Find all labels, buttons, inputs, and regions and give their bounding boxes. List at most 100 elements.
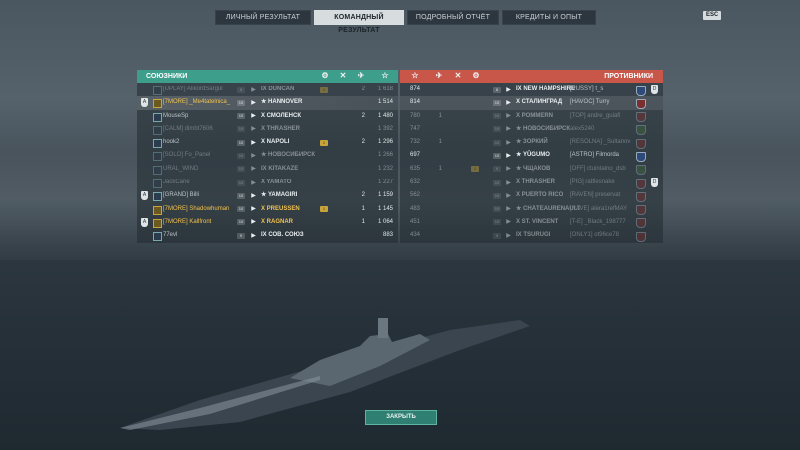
ally-row[interactable]: [7MORE] Shadowhuman 10 ▶ X PREUSSEN 1 1 1 145 — [137, 203, 398, 216]
experience-value: 1 480 — [377, 112, 393, 119]
clan-shield-icon — [636, 191, 646, 202]
ally-row[interactable]: [UPLAY] AlikordSargul 8 ▶ IX DUNCAN 1 2 1 618 — [137, 83, 398, 96]
tab-team-result[interactable]: КОМАНДНЫЙ РЕЗУЛЬТАТ — [314, 10, 404, 34]
achievement-icon: ⚙ — [472, 71, 480, 80]
experience-value: 632 — [409, 179, 420, 186]
battleship-illustration — [120, 318, 530, 430]
ship-tier-badge: 10 — [493, 219, 501, 226]
ship-tier-badge: 10 — [493, 206, 501, 213]
ship-name: X YAMATO — [261, 179, 292, 186]
player-name[interactable]: [CALM] dimbt7606 — [163, 123, 213, 136]
experience-value: 1 392 — [377, 125, 393, 132]
ship-class-icon: ▶ — [251, 219, 256, 226]
tab-detailed-report[interactable]: ПОДРОБНЫЙ ОТЧЁТ — [407, 10, 499, 25]
player-name[interactable]: [T-E] _Black_198777 — [570, 216, 626, 229]
player-name[interactable]: [UPLAY] AlikordSargul — [163, 83, 223, 96]
ally-row[interactable]: hook2 10 ▶ X NAPOLI 1 2 1 296 — [137, 136, 398, 149]
player-name[interactable]: [PUSSY] t_s — [570, 83, 603, 96]
enemy-row[interactable]: 632 10 ▶ X THRASHER [PIG] rattlesnake — [400, 176, 663, 189]
ship-tier-badge: 10 — [237, 166, 245, 173]
ship-class-icon: ▶ — [506, 206, 511, 213]
player-name[interactable]: URAL_WIND — [163, 163, 198, 176]
enemy-row[interactable]: 697 10 ▶ ★ YŪGUMO [ASTRO] Filmorda — [400, 149, 663, 162]
rank-icon — [153, 86, 162, 95]
ship-name: ★ ЧЩАКОВ — [516, 165, 551, 172]
rank-icon — [153, 232, 162, 242]
player-name[interactable]: [SOLO] Fo_Panel — [163, 149, 210, 162]
player-name[interactable]: [7MORE] Kallfront — [163, 216, 211, 229]
player-name[interactable]: [TOP] andre_guiafi — [570, 110, 620, 123]
allies-title: СОЮЗНИКИ — [146, 73, 188, 80]
ally-row[interactable]: MouseSp 10 ▶ X СМОЛЕНСК 2 1 480 — [137, 110, 398, 123]
experience-star-icon: ☆ — [411, 71, 419, 80]
player-name[interactable]: [GRAND] Billi — [163, 189, 199, 202]
ship-tier-badge: 10 — [493, 99, 501, 106]
ally-row[interactable]: 77evl 9 ▶ IX СОВ. СОЮЗ 883 — [137, 229, 398, 242]
player-name[interactable]: [PIG] rattlesnake — [570, 176, 615, 189]
division-badge: A — [141, 218, 148, 227]
ship-name: X THRASHER — [261, 125, 301, 132]
enemy-row[interactable]: 434 9 ▶ IX TSURUGI [ONLY1] ot96ce78 — [400, 229, 663, 242]
ship-name: ★ HANNOVER — [261, 99, 303, 106]
achievement-badge: 1 — [320, 86, 328, 93]
ally-row[interactable]: [7MORE] Kallfront 10 ▶ X RAGNAR 1 1 064 — [137, 216, 398, 229]
clan-shield-icon — [636, 218, 646, 229]
ally-row[interactable]: [CALM] dimbt7606 10 ▶ X THRASHER 1 392 — [137, 123, 398, 136]
experience-value: 434 — [409, 232, 420, 239]
player-name[interactable]: JackCane — [163, 176, 190, 189]
enemy-row[interactable]: 635 1 1 9 ▶ ★ ЧЩАКОВ [OFF] ctuintaino_dsb — [400, 163, 663, 176]
ally-row[interactable]: URAL_WIND 10 ▶ IX KITAKAZE 1 232 — [137, 163, 398, 176]
enemy-row[interactable]: 732 1 10 ▶ ★ ЗОРКИЙ [RESOLNA] _Sultanov — [400, 136, 663, 149]
ship-class-icon: ▶ — [506, 219, 511, 226]
ship-tier-badge: 9 — [493, 232, 501, 239]
player-name[interactable]: [ONLY1] ot96ce78 — [570, 229, 619, 242]
experience-value: 483 — [409, 205, 420, 212]
tab-credits-exp[interactable]: КРЕДИТЫ И ОПЫТ — [502, 10, 596, 25]
player-name[interactable]: [RAVE] alera1refMAY — [570, 203, 627, 216]
player-name[interactable]: [7MORE] _Me4tatelnica_ — [163, 96, 230, 109]
ship-name: IX KITAKAZE — [261, 165, 299, 172]
player-name[interactable]: [ASTRO] Filmorda — [570, 149, 619, 162]
ally-row[interactable]: [SOLO] Fo_Panel 10 ▶ ★ НОВОСИБИРСК 1 266 — [137, 149, 398, 162]
enemy-row[interactable]: 874 8 ▶ IX NEW HAMPSHIRE [PUSSY] t_s — [400, 83, 663, 96]
clan-shield-icon — [636, 85, 646, 96]
clan-shield-icon — [636, 112, 646, 123]
ship-class-icon: ▶ — [506, 139, 511, 146]
experience-value: 1 064 — [377, 218, 393, 225]
enemy-row[interactable]: 562 10 ▶ X PUERTO RICO [RAVEN] preservat — [400, 189, 663, 202]
player-name[interactable]: 77evl — [163, 229, 177, 242]
player-name[interactable]: [HAVOC] Turry — [570, 96, 610, 109]
experience-value: 1 514 — [377, 99, 393, 106]
tab-personal-result[interactable]: ЛИЧНЫЙ РЕЗУЛЬТАТ — [215, 10, 311, 25]
clan-shield-icon — [636, 125, 646, 136]
experience-value: 562 — [409, 192, 420, 199]
player-name[interactable]: [RESOLNA] _Sultanov — [570, 136, 630, 149]
close-icon[interactable]: ✕ — [716, 11, 722, 19]
experience-value: 451 — [409, 218, 420, 225]
ship-name: X THRASHER — [516, 179, 556, 186]
enemy-row[interactable]: 814 10 ▶ X СТАЛИНГРАД [HAVOC] Turry — [400, 96, 663, 110]
achievement-badge: 1 — [320, 206, 328, 213]
player-name[interactable]: [OFF] ctuintaino_dsb — [570, 163, 626, 176]
player-name[interactable]: hook2 — [163, 136, 179, 149]
close-button[interactable]: ЗАКРЫТЬ — [365, 410, 437, 425]
enemy-row[interactable]: 780 1 10 ▶ X POMMERN [TOP] andre_guiafi — [400, 110, 663, 123]
ally-row[interactable]: [GRAND] Billi 10 ▶ ★ YAMAGIRI 2 1 159 — [137, 189, 398, 202]
experience-value: 1 227 — [377, 179, 393, 186]
enemy-row[interactable]: 483 10 ▶ ★ CHÂTEAURENAULT [RAVE] alera1refMA… — [400, 203, 663, 216]
player-name[interactable]: MouseSp — [163, 110, 188, 123]
frags-count: 1 — [361, 205, 365, 212]
ship-tier-badge: 10 — [493, 152, 501, 159]
player-name[interactable]: [7MORE] Shadowhuman — [163, 203, 229, 216]
enemy-row[interactable]: 451 10 ▶ X ST. VINCENT [T-E] _Black_198777 — [400, 216, 663, 229]
player-name[interactable]: [RAVEN] preservat — [570, 189, 620, 202]
clan-shield-icon — [636, 151, 646, 162]
ally-row[interactable]: [7MORE] _Me4tatelnica_ 10 ▶ ★ HANNOVER 1 514 — [137, 96, 398, 110]
kills-icon: ✕ — [339, 71, 347, 80]
enemy-row[interactable]: 747 10 ▶ ★ НОВОСИБИРСК alex5240 — [400, 123, 663, 136]
division-badge: A — [141, 98, 148, 107]
player-name[interactable]: alex5240 — [570, 123, 594, 136]
ally-row[interactable]: JackCane 10 ▶ X YAMATO 1 227 — [137, 176, 398, 189]
ship-class-icon: ▶ — [506, 232, 511, 239]
enemies-header: ☆ ✈ ✕ ⚙ ПРОТИВНИКИ — [400, 70, 663, 83]
